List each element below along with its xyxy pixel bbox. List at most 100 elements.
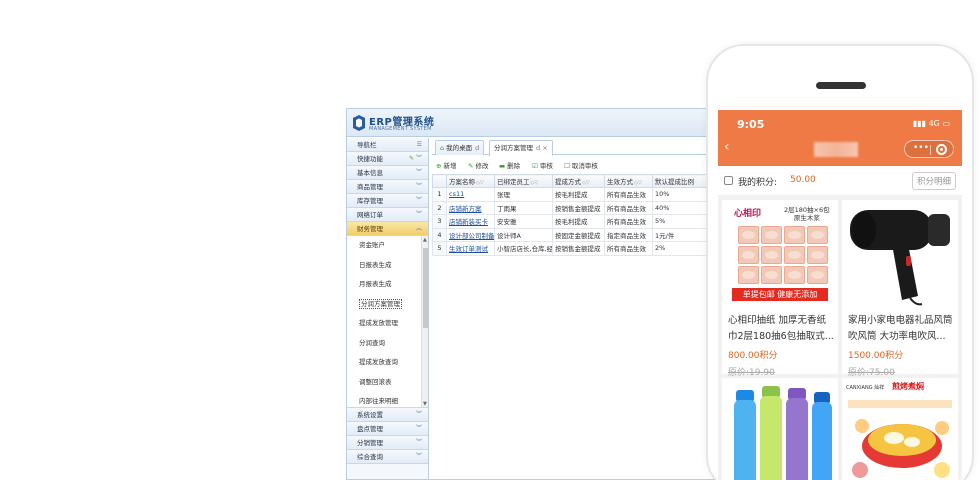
- tab-desktop[interactable]: ⌂ 我的桌面 d: [435, 140, 485, 155]
- column-header[interactable]: 生效方式◇▽: [604, 174, 653, 188]
- cell-effect: 所有商品生效: [604, 187, 653, 202]
- edit-button[interactable]: ✎ 修改: [468, 160, 488, 170]
- plan-name-link[interactable]: 设计部公司制备: [446, 227, 495, 242]
- sort-filter-icon[interactable]: ◇▽: [476, 180, 484, 186]
- chevron-down-icon: ︾: [415, 197, 422, 204]
- sort-filter-icon[interactable]: ◇▽: [582, 180, 590, 186]
- sidebar-item-monthly-report[interactable]: 月报表生成: [347, 275, 428, 295]
- tissue-pack: [761, 246, 782, 264]
- tissue-pack: [738, 226, 759, 244]
- erp-header: ERP管理系统 MANAGEMENT SYSTEM: [347, 109, 725, 137]
- plan-name-link[interactable]: cs11: [446, 187, 495, 202]
- audit-button[interactable]: ☑ 审核: [532, 160, 553, 170]
- group-label: 财务管理: [357, 225, 383, 233]
- list-icon[interactable]: ☰: [417, 138, 422, 152]
- network-label: 4G: [928, 119, 940, 128]
- column-header[interactable]: 提成方式◇▽: [552, 174, 605, 188]
- cell-effect: 指定商品生效: [604, 227, 653, 242]
- sidebar-group-stocktake[interactable]: 盘点管理 ︾: [347, 422, 428, 436]
- sidebar-group-basic[interactable]: 基本信息 ︾: [347, 166, 428, 180]
- table-row[interactable]: 5 生效订单测试 小智店店长,仓库,经 按销售金额提成 所有商品生效 2%: [432, 241, 725, 256]
- add-button[interactable]: ⊕ 新增: [436, 160, 456, 170]
- table-row[interactable]: 4 设计部公司制备 设计师A 按固定金额提成 指定商品生效 1元/件: [432, 227, 725, 242]
- back-arrow-icon[interactable]: ‹: [724, 139, 730, 155]
- column-header[interactable]: 已绑定员工◇▽: [494, 174, 553, 188]
- tab-label: 分润方案管理: [494, 144, 533, 152]
- product-card[interactable]: 心相印 2层180抽×6包 原生木浆 单提包邮 健康无添加 心相印抽纸 加厚无香…: [722, 200, 838, 378]
- sidebar-item-profit-plan[interactable]: 分润方案管理: [347, 295, 428, 315]
- tissue-pack: [761, 226, 782, 244]
- cell-method: 按毛利提成: [552, 214, 605, 229]
- points-label: 我的积分:: [738, 178, 778, 188]
- group-label: 分销管理: [357, 439, 383, 447]
- row-number: 5: [432, 241, 447, 256]
- sidebar-item-profit-query[interactable]: 分润查询: [347, 334, 428, 354]
- more-dots-icon[interactable]: •••: [913, 143, 929, 153]
- tissue-pack: [784, 266, 805, 284]
- chevron-down-icon: ︾: [415, 169, 422, 176]
- sidebar-group-online-orders[interactable]: 网络订单 ︾: [347, 208, 428, 222]
- product-price: 800.00积分: [728, 351, 778, 361]
- tab-close[interactable]: d ×: [536, 144, 548, 152]
- chevron-down-icon: ︾: [415, 211, 422, 218]
- cancel-audit-label: 取消审核: [571, 162, 598, 170]
- sidebar-item-commission-query[interactable]: 提成发放查询: [347, 353, 428, 373]
- sidebar-item-commission-manage[interactable]: 提成发放管理: [347, 314, 428, 334]
- close-circle-icon[interactable]: [936, 144, 947, 155]
- plan-name-link[interactable]: 生效订单测试: [446, 241, 495, 256]
- product-card[interactable]: 家用小家电电器礼品风筒吹风筒 大功率电吹风... 1500.00积分 原价:75…: [842, 200, 958, 378]
- sidebar-item-internal-detail[interactable]: 内部往来明细: [347, 392, 428, 407]
- cancel-audit-button[interactable]: ☐ 取消审核: [564, 160, 598, 170]
- chevron-down-icon: ︾: [415, 425, 422, 432]
- product-original-price: 原价:19.90: [728, 368, 775, 378]
- bottle: [760, 396, 782, 480]
- quick-functions[interactable]: 快捷功能 ✎ ︾: [347, 152, 428, 166]
- scroll-up-icon[interactable]: ▲: [423, 237, 427, 243]
- sidebar-group-query[interactable]: 综合查询 ︾: [347, 450, 428, 464]
- sort-filter-icon[interactable]: ◇▽: [531, 180, 539, 186]
- tissue-pack: [738, 246, 759, 264]
- sidebar-group-inventory[interactable]: 库存管理 ︾: [347, 194, 428, 208]
- sort-filter-icon[interactable]: ◇▽: [634, 180, 642, 186]
- points-detail-button[interactable]: 积分明细: [911, 172, 956, 190]
- add-icon: ⊕: [436, 162, 442, 170]
- plan-name-link[interactable]: 店铺新方案: [446, 200, 495, 215]
- pencil-icon: ✎: [468, 162, 474, 170]
- scroll-thumb[interactable]: [423, 248, 428, 328]
- chevron-down-icon: ︾: [415, 453, 422, 460]
- sidebar-group-distribution[interactable]: 分销管理 ︾: [347, 436, 428, 450]
- plan-table: 方案名称◇▽ 已绑定员工◇▽ 提成方式◇▽ 生效方式◇▽ 默认提成比例 1 cs…: [432, 174, 725, 256]
- table-row[interactable]: 1 cs11 张理 按毛利提成 所有商品生效 10%: [432, 187, 725, 202]
- phone-bezel: [708, 46, 972, 110]
- scroll-down-icon[interactable]: ▼: [423, 401, 427, 407]
- table-header-row: 方案名称◇▽ 已绑定员工◇▽ 提成方式◇▽ 生效方式◇▽ 默认提成比例: [432, 174, 725, 188]
- plan-name-link[interactable]: 店铺新装买卡: [446, 214, 495, 229]
- column-header[interactable]: 方案名称◇▽: [446, 174, 495, 188]
- chevron-up-icon: ︽: [415, 225, 422, 232]
- battery-icon: ▭: [942, 119, 950, 128]
- sidebar-group-system[interactable]: 系统设置 ︾: [347, 408, 428, 422]
- sidebar-item-adjust-table[interactable]: 调整回滚表: [347, 373, 428, 393]
- tab-profit-plan[interactable]: 分润方案管理 d ×: [489, 140, 553, 156]
- capsule-menu[interactable]: •••: [904, 140, 954, 158]
- group-label: 盘点管理: [357, 425, 383, 433]
- sidebar-group-products[interactable]: 商品管理 ︾: [347, 180, 428, 194]
- product-card[interactable]: CANXIANG 灿祥 煎烤煮焖: [842, 378, 958, 480]
- erp-subtitle: MANAGEMENT SYSTEM: [369, 126, 432, 132]
- sidebar-item-daily-report[interactable]: 日报表生成: [347, 256, 428, 276]
- submenu-scrollbar[interactable]: ▲ ▼: [421, 236, 428, 407]
- sidebar-group-finance[interactable]: 财务管理 ︽: [347, 222, 428, 236]
- sidebar-item-fund-account[interactable]: 资金账户: [347, 236, 428, 256]
- product-card[interactable]: [722, 378, 838, 480]
- item-label: 分润查询: [359, 338, 385, 347]
- nav-label: 导航栏: [357, 141, 377, 149]
- delete-button[interactable]: ▬ 删除: [499, 160, 520, 170]
- table-row[interactable]: 3 店铺新装买卡 安安雅 按毛利提成 所有商品生效 5%: [432, 214, 725, 229]
- table-row[interactable]: 2 店铺新方案 丁雨果 按销售金额提成 所有商品生效 40%: [432, 200, 725, 215]
- row-number: 2: [432, 200, 447, 215]
- item-label: 内部往来明细: [359, 397, 398, 405]
- promo-banner: 单提包邮 健康无添加: [732, 288, 828, 301]
- pencil-icon[interactable]: ✎: [409, 152, 414, 166]
- main-panel: ⌂ 我的桌面 d 分润方案管理 d × ⊕ 新增 ✎ 修改 ▬ 删除 ☑ 审核 ☐ 取消审核 方…: [432, 138, 725, 479]
- tab-close[interactable]: d: [475, 144, 479, 152]
